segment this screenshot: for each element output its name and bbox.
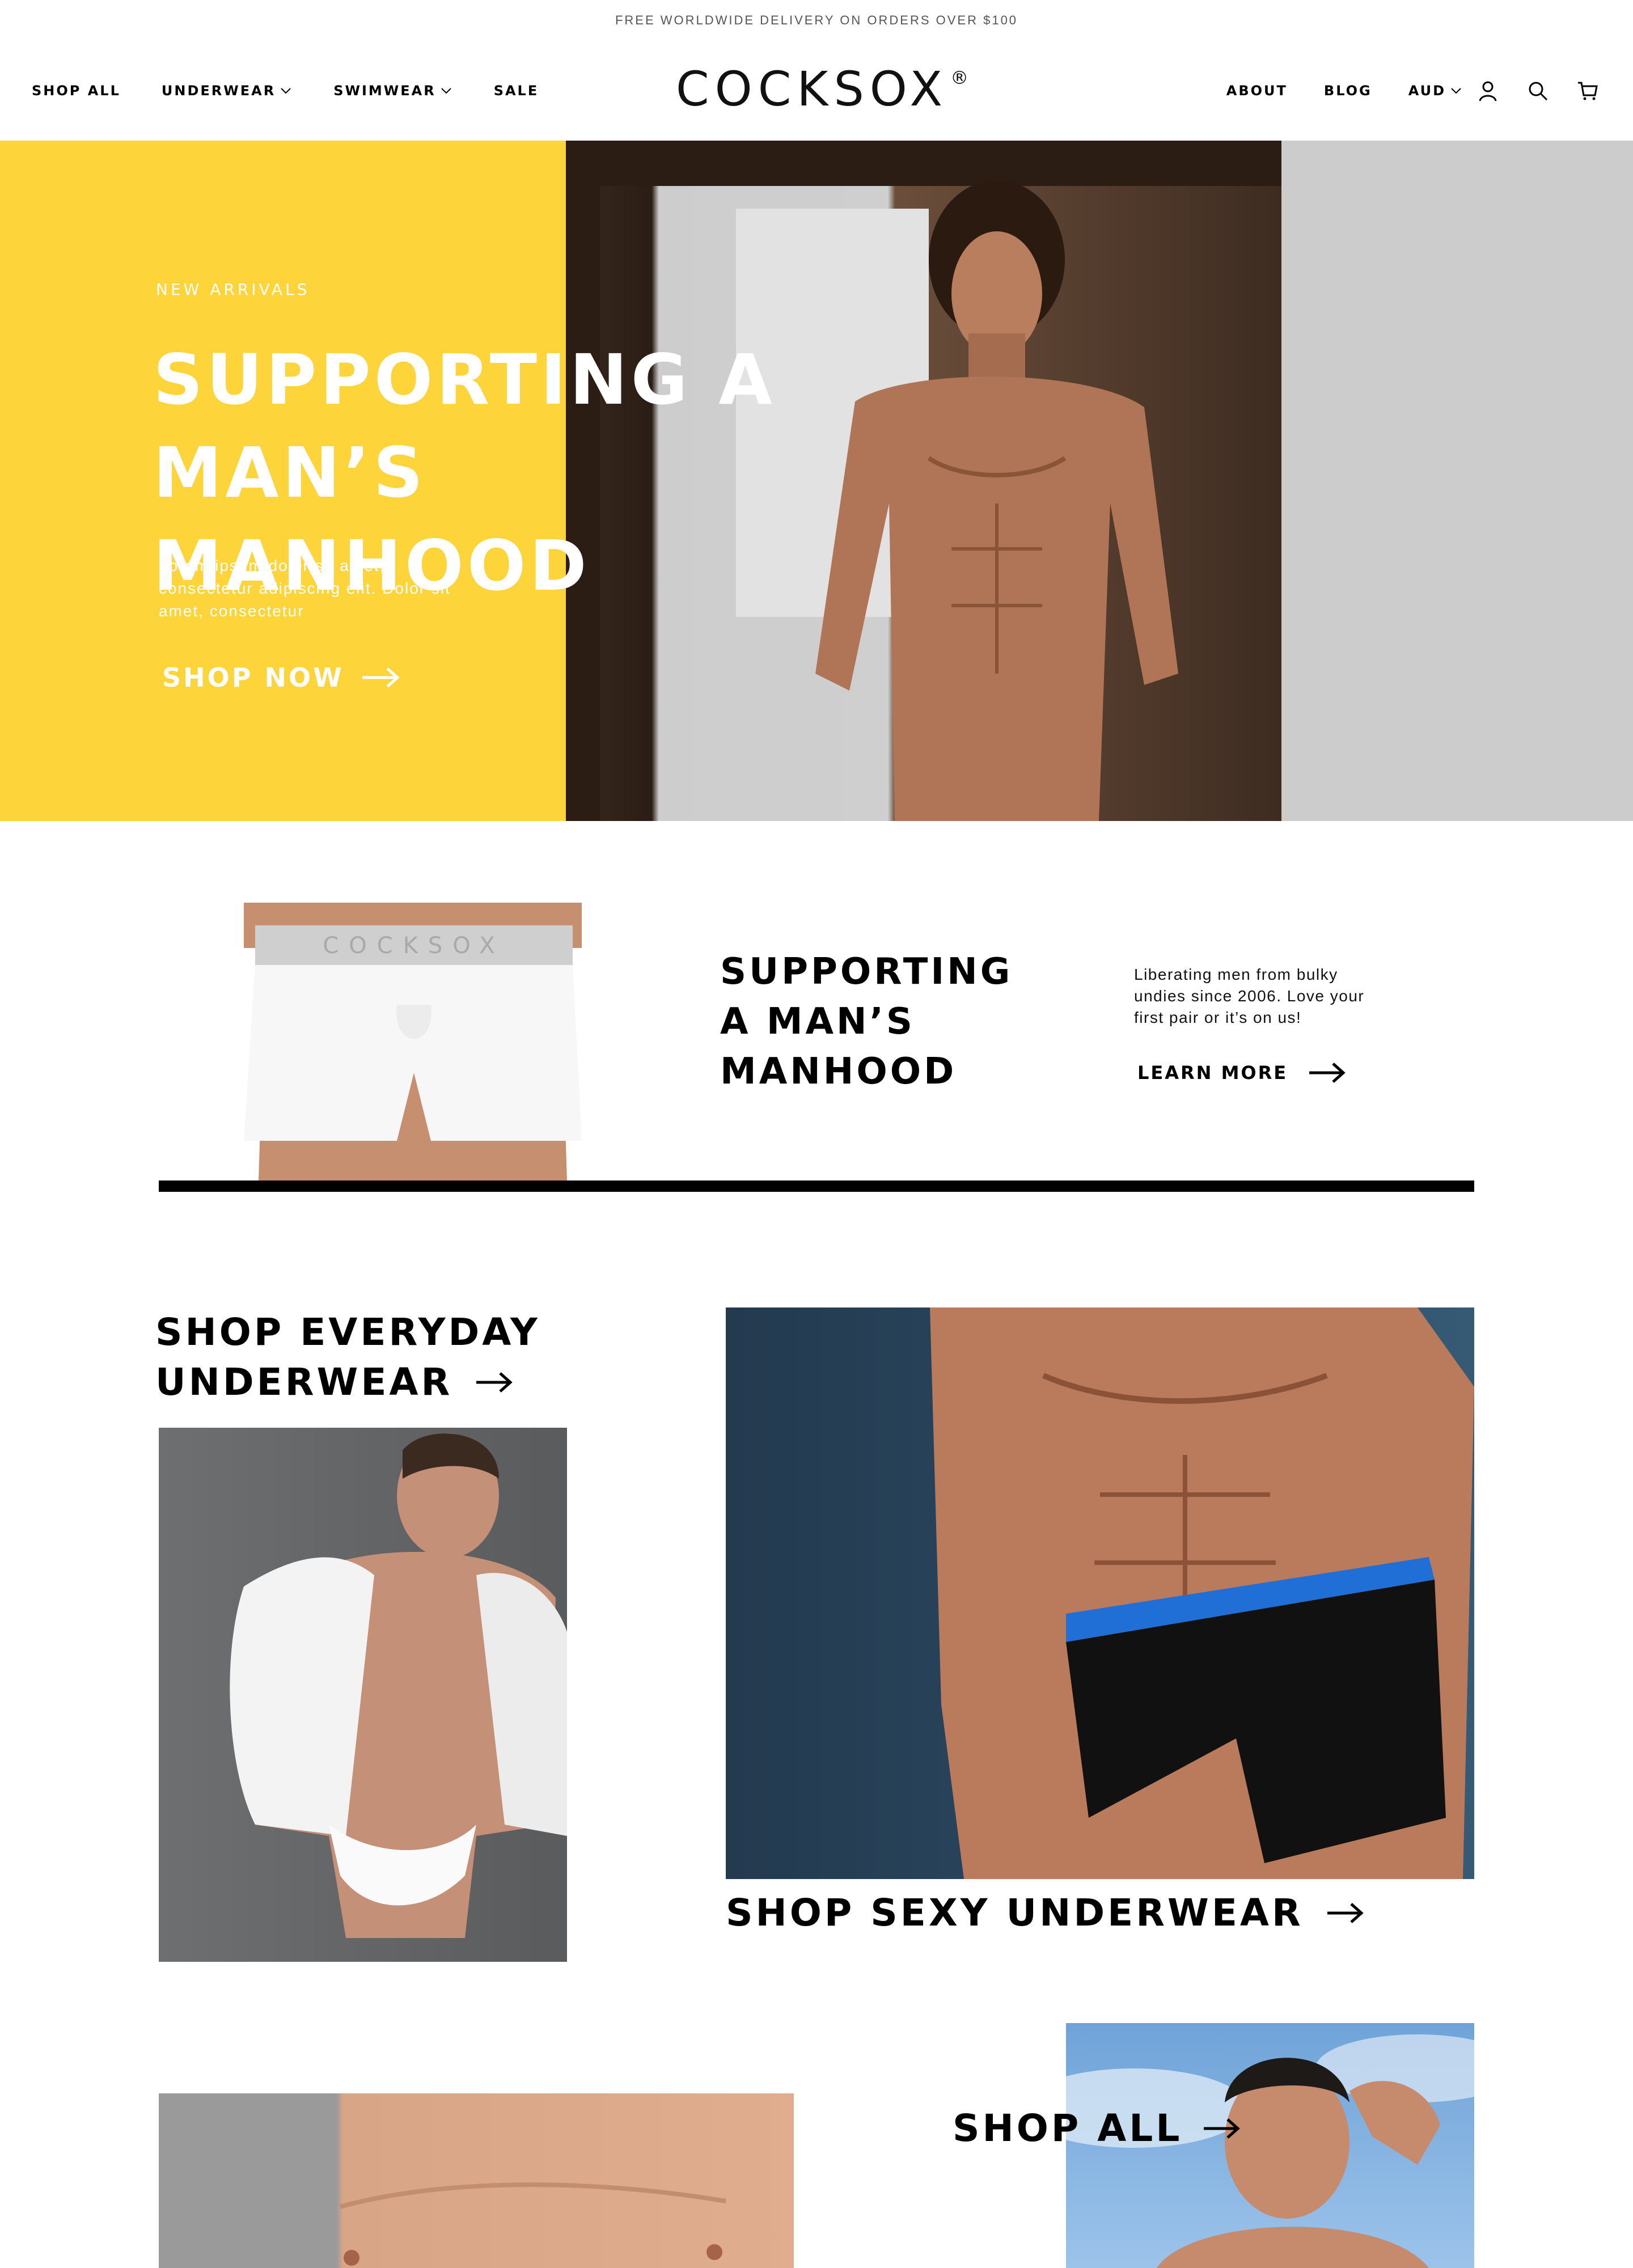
hero-body-text: Lorem ipsum dolor sit amet, consectetur … <box>159 557 451 620</box>
hero-title-line1: SUPPORTING A <box>153 340 776 420</box>
intro-title-line2: A MAN’S <box>720 1001 915 1043</box>
bottom-left-image[interactable] <box>159 2093 794 2268</box>
logo-text: COCKSOX <box>675 61 949 117</box>
everyday-title-line2: UNDERWEAR <box>155 1360 453 1404</box>
primary-nav: SHOP ALL UNDERWEAR SWIMWEAR SALE <box>32 41 539 141</box>
section-divider <box>159 1180 1474 1192</box>
nav-underwear[interactable]: UNDERWEAR <box>162 83 293 99</box>
site-header: SHOP ALL UNDERWEAR SWIMWEAR SALE COCKSOX… <box>0 41 1633 141</box>
arrow-right-icon <box>1204 2118 1241 2139</box>
hero-grey-panel <box>1281 141 1633 821</box>
shop-now-label: SHOP NOW <box>162 662 344 693</box>
registered-mark: ® <box>950 67 969 88</box>
everyday-title-line1: SHOP EVERYDAY <box>155 1310 540 1354</box>
chevron-down-icon <box>281 88 291 94</box>
shop-everyday-underwear-link[interactable]: SHOP EVERYDAY UNDERWEAR <box>155 1308 540 1407</box>
chevron-down-icon <box>441 88 451 94</box>
shop-all-link[interactable]: SHOP ALL <box>953 2104 1241 2153</box>
learn-more-label: LEARN MORE <box>1137 1062 1288 1084</box>
announcement-text: FREE WORLDWIDE DELIVERY ON ORDERS OVER $… <box>615 13 1018 27</box>
intro-title-line1: SUPPORTING <box>720 951 1013 993</box>
sexy-title: SHOP SEXY UNDERWEAR <box>726 1891 1304 1935</box>
learn-more-link[interactable]: LEARN MORE <box>1137 1061 1347 1084</box>
nav-swimwear[interactable]: SWIMWEAR <box>333 83 453 99</box>
shop-sexy-underwear-link[interactable]: SHOP SEXY UNDERWEAR <box>726 1888 1365 1938</box>
nav-about-label: ABOUT <box>1226 83 1288 99</box>
account-icon[interactable] <box>1474 77 1501 104</box>
arrow-right-icon <box>476 1372 513 1393</box>
shop-all-title: SHOP ALL <box>953 2106 1183 2150</box>
sexy-underwear-image[interactable] <box>726 1308 1474 1879</box>
intro-title-line3: MANHOOD <box>720 1051 957 1093</box>
search-icon[interactable] <box>1524 77 1551 104</box>
waistband-logo: COCKSOX <box>323 933 505 959</box>
nav-swimwear-label: SWIMWEAR <box>333 83 436 99</box>
cart-icon[interactable] <box>1574 77 1601 104</box>
currency-selector[interactable]: AUD <box>1408 83 1463 99</box>
arrow-right-icon <box>1327 1903 1364 1923</box>
nav-about[interactable]: ABOUT <box>1226 83 1288 99</box>
intro-title: SUPPORTING A MAN’S MANHOOD <box>720 947 1038 1097</box>
nav-sale-label: SALE <box>493 83 539 99</box>
nav-shop-all-label: SHOP ALL <box>32 83 121 99</box>
currency-label: AUD <box>1408 83 1446 99</box>
hero-eyebrow: NEW ARRIVALS <box>156 280 310 299</box>
shop-now-button[interactable]: SHOP NOW <box>162 662 401 693</box>
hero-banner: NEW ARRIVALS SUPPORTING A MAN’S MANHOOD … <box>0 141 1633 821</box>
arrow-right-icon <box>1309 1063 1346 1083</box>
arrow-right-icon <box>362 667 400 688</box>
site-logo[interactable]: COCKSOX ® <box>669 61 975 117</box>
everyday-underwear-image[interactable] <box>159 1428 567 1962</box>
nav-underwear-label: UNDERWEAR <box>161 83 276 99</box>
intro-description: Liberating men from bulky undies since 2… <box>1134 966 1365 1026</box>
header-icons <box>1474 41 1601 141</box>
intro-product-image: COCKSOX <box>244 903 582 1180</box>
nav-sale[interactable]: SALE <box>494 83 539 99</box>
nav-blog[interactable]: BLOG <box>1324 83 1372 99</box>
nav-shop-all[interactable]: SHOP ALL <box>32 83 121 99</box>
nav-blog-label: BLOG <box>1323 83 1372 99</box>
secondary-nav: ABOUT BLOG AUD <box>1226 41 1463 141</box>
announcement-bar: FREE WORLDWIDE DELIVERY ON ORDERS OVER $… <box>0 0 1633 42</box>
chevron-down-icon <box>1451 88 1461 94</box>
